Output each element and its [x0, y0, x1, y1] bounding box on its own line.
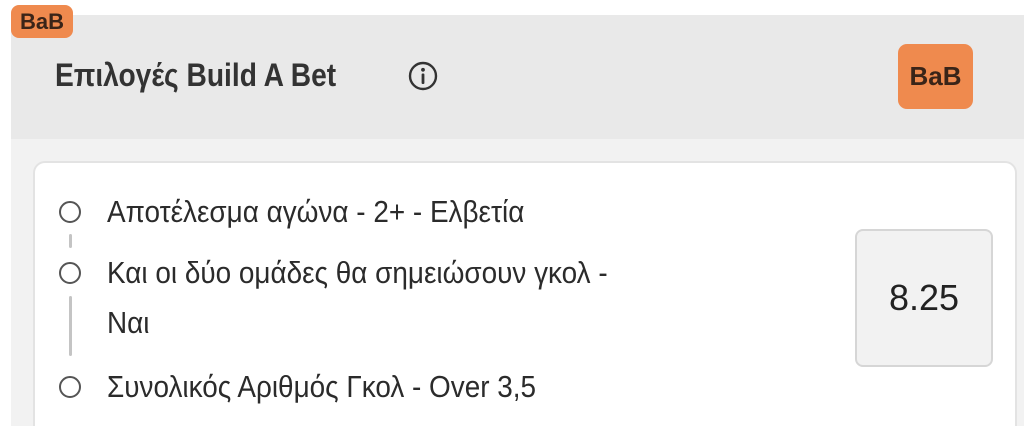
- bet-card: Αποτέλεσμα αγώνα - 2+ - Ελβετία Και οι δ…: [33, 161, 1017, 426]
- selection-label: Και οι δύο ομάδες θα σημειώσουν γκολ -: [107, 255, 608, 290]
- panel-header: Επιλογές Build A Bet BaB: [11, 15, 1024, 139]
- bab-tag: BaB: [11, 5, 73, 38]
- selection-label-continued: Ναι: [107, 305, 150, 340]
- bab-badge: BaB: [898, 44, 973, 109]
- page-title: Επιλογές Build A Bet: [55, 57, 337, 93]
- radio-icon: [59, 376, 81, 398]
- selection-item: Συνολικός Αριθμός Γκολ - Over 3,5: [35, 359, 795, 419]
- radio-icon: [59, 201, 81, 223]
- odds-button[interactable]: 8.25: [855, 229, 993, 367]
- build-a-bet-panel: Επιλογές Build A Bet BaB Αποτέλεσμα αγών…: [11, 15, 1024, 426]
- selection-item: Αποτέλεσμα αγώνα - 2+ - Ελβετία: [35, 183, 795, 243]
- selection-label: Αποτέλεσμα αγώνα - 2+ - Ελβετία: [107, 194, 525, 229]
- build-a-bet-screen: Επιλογές Build A Bet BaB Αποτέλεσμα αγών…: [0, 0, 1024, 426]
- panel-body: Αποτέλεσμα αγώνα - 2+ - Ελβετία Και οι δ…: [11, 139, 1024, 426]
- info-circle-icon[interactable]: [408, 61, 438, 91]
- radio-icon: [59, 262, 81, 284]
- selection-item: Και οι δύο ομάδες θα σημειώσουν γκολ - Ν…: [35, 246, 795, 356]
- selection-label: Συνολικός Αριθμός Γκολ - Over 3,5: [107, 369, 537, 404]
